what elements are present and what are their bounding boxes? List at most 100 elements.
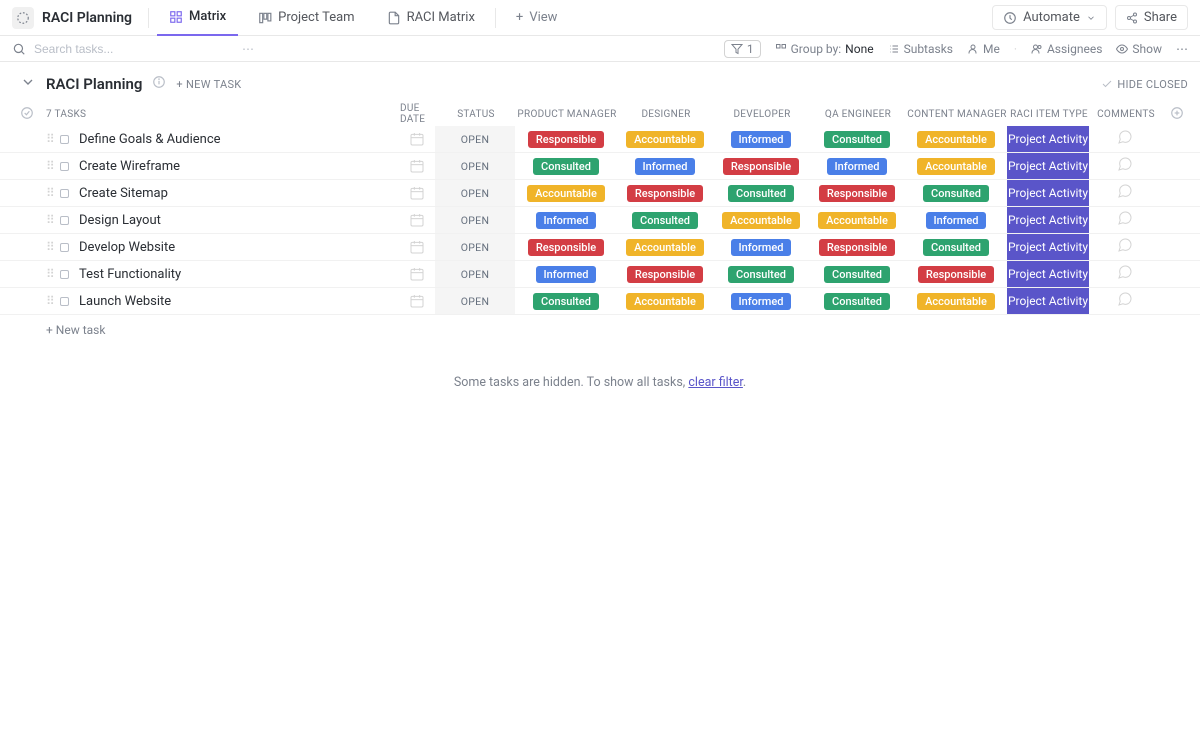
task-row[interactable]: ⠿ Create Wireframe OPEN Consulted Inform…	[0, 153, 1200, 180]
cm-cell[interactable]: Consulted	[905, 239, 1007, 256]
me-button[interactable]: Me	[967, 42, 1000, 56]
due-date-cell[interactable]	[399, 293, 435, 309]
type-cell[interactable]: Project Activity	[1007, 288, 1089, 314]
col-content-manager[interactable]: CONTENT MANAGER	[906, 109, 1008, 120]
qa-cell[interactable]: Responsible	[809, 239, 905, 256]
type-cell[interactable]: Project Activity	[1007, 180, 1089, 206]
type-cell[interactable]: Project Activity	[1007, 126, 1089, 152]
task-name[interactable]: Define Goals & Audience	[79, 132, 399, 147]
task-status-dot[interactable]	[60, 270, 69, 279]
col-status[interactable]: STATUS	[436, 109, 516, 120]
drag-handle-icon[interactable]: ⠿	[46, 294, 60, 308]
cm-cell[interactable]: Accountable	[905, 158, 1007, 175]
pm-cell[interactable]: Informed	[515, 212, 617, 229]
task-status-dot[interactable]	[60, 243, 69, 252]
qa-cell[interactable]: Accountable	[809, 212, 905, 229]
task-name[interactable]: Create Wireframe	[79, 159, 399, 174]
col-developer[interactable]: DEVELOPER	[714, 109, 810, 120]
type-cell[interactable]: Project Activity	[1007, 234, 1089, 260]
tab-project-team[interactable]: Project Team	[246, 0, 366, 36]
col-product-manager[interactable]: PRODUCT MANAGER	[516, 109, 618, 120]
task-name[interactable]: Launch Website	[79, 294, 399, 309]
status-cell[interactable]: OPEN	[435, 180, 515, 206]
new-task-button[interactable]: + NEW TASK	[176, 78, 241, 91]
task-status-dot[interactable]	[60, 189, 69, 198]
comments-cell[interactable]	[1089, 210, 1161, 230]
pm-cell[interactable]: Responsible	[515, 239, 617, 256]
list-icon[interactable]	[12, 7, 34, 29]
developer-cell[interactable]: Informed	[713, 293, 809, 310]
due-date-cell[interactable]	[399, 131, 435, 147]
show-button[interactable]: Show	[1116, 42, 1162, 56]
comments-cell[interactable]	[1089, 183, 1161, 203]
drag-handle-icon[interactable]: ⠿	[46, 159, 60, 173]
drag-handle-icon[interactable]: ⠿	[46, 240, 60, 254]
group-by-button[interactable]: Group by: None	[775, 42, 874, 56]
add-view-button[interactable]: + View	[504, 0, 570, 36]
col-comments[interactable]: COMMENTS	[1090, 109, 1162, 120]
status-cell[interactable]: OPEN	[435, 234, 515, 260]
cm-cell[interactable]: Consulted	[905, 185, 1007, 202]
comments-cell[interactable]	[1089, 129, 1161, 149]
due-date-cell[interactable]	[399, 239, 435, 255]
list-name[interactable]: RACI Planning	[46, 75, 142, 93]
developer-cell[interactable]: Consulted	[713, 185, 809, 202]
due-date-cell[interactable]	[399, 158, 435, 174]
col-raci-type[interactable]: RACI ITEM TYPE	[1008, 109, 1090, 120]
qa-cell[interactable]: Consulted	[809, 293, 905, 310]
comments-cell[interactable]	[1089, 264, 1161, 284]
pm-cell[interactable]: Consulted	[515, 293, 617, 310]
designer-cell[interactable]: Responsible	[617, 266, 713, 283]
designer-cell[interactable]: Informed	[617, 158, 713, 175]
task-status-dot[interactable]	[60, 162, 69, 171]
task-status-dot[interactable]	[60, 216, 69, 225]
task-name[interactable]: Develop Website	[79, 240, 399, 255]
status-cell[interactable]: OPEN	[435, 288, 515, 314]
designer-cell[interactable]: Accountable	[617, 239, 713, 256]
status-cell[interactable]: OPEN	[435, 261, 515, 287]
col-qa-engineer[interactable]: QA ENGINEER	[810, 109, 906, 120]
qa-cell[interactable]: Responsible	[809, 185, 905, 202]
list-title[interactable]: RACI Planning	[42, 10, 132, 26]
task-row[interactable]: ⠿ Create Sitemap OPEN Accountable Respon…	[0, 180, 1200, 207]
qa-cell[interactable]: Consulted	[809, 131, 905, 148]
info-button[interactable]	[152, 75, 166, 93]
hide-closed-button[interactable]: HIDE CLOSED	[1101, 78, 1188, 91]
type-cell[interactable]: Project Activity	[1007, 153, 1089, 179]
clear-filter-link[interactable]: clear filter	[688, 375, 743, 390]
pm-cell[interactable]: Consulted	[515, 158, 617, 175]
filter-button[interactable]: 1	[724, 40, 761, 58]
drag-handle-icon[interactable]: ⠿	[46, 267, 60, 281]
designer-cell[interactable]: Accountable	[617, 293, 713, 310]
task-name[interactable]: Test Functionality	[79, 267, 399, 282]
comments-cell[interactable]	[1089, 156, 1161, 176]
due-date-cell[interactable]	[399, 266, 435, 282]
qa-cell[interactable]: Consulted	[809, 266, 905, 283]
col-designer[interactable]: DESIGNER	[618, 109, 714, 120]
automate-button[interactable]: Automate	[992, 5, 1107, 30]
col-due-date[interactable]: DUE DATE	[400, 103, 436, 125]
designer-cell[interactable]: Responsible	[617, 185, 713, 202]
drag-handle-icon[interactable]: ⠿	[46, 213, 60, 227]
task-row[interactable]: ⠿ Develop Website OPEN Responsible Accou…	[0, 234, 1200, 261]
cm-cell[interactable]: Accountable	[905, 131, 1007, 148]
task-name[interactable]: Create Sitemap	[79, 186, 399, 201]
tab-raci-matrix[interactable]: RACI Matrix	[375, 0, 487, 36]
cm-cell[interactable]: Accountable	[905, 293, 1007, 310]
developer-cell[interactable]: Informed	[713, 239, 809, 256]
share-button[interactable]: Share	[1115, 5, 1188, 30]
due-date-cell[interactable]	[399, 185, 435, 201]
status-cell[interactable]: OPEN	[435, 126, 515, 152]
designer-cell[interactable]: Accountable	[617, 131, 713, 148]
drag-handle-icon[interactable]: ⠿	[46, 132, 60, 146]
search-input[interactable]	[34, 42, 234, 56]
developer-cell[interactable]: Consulted	[713, 266, 809, 283]
pm-cell[interactable]: Accountable	[515, 185, 617, 202]
type-cell[interactable]: Project Activity	[1007, 261, 1089, 287]
cm-cell[interactable]: Informed	[905, 212, 1007, 229]
assignees-button[interactable]: Assignees	[1031, 42, 1102, 56]
developer-cell[interactable]: Responsible	[713, 158, 809, 175]
developer-cell[interactable]: Accountable	[713, 212, 809, 229]
pm-cell[interactable]: Responsible	[515, 131, 617, 148]
task-name[interactable]: Design Layout	[79, 213, 399, 228]
